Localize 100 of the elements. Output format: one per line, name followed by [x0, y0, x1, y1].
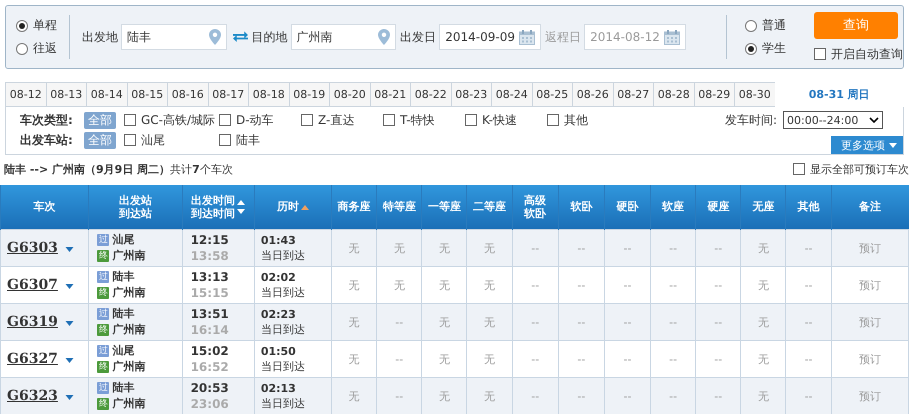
seat-availability: --: [577, 242, 586, 254]
train-type-checkbox[interactable]: 其他: [547, 112, 629, 128]
seat-availability: 无: [348, 390, 360, 402]
from-label: 出发地: [82, 28, 118, 46]
from-station: 汕尾: [112, 343, 134, 359]
seat-availability: 无: [758, 390, 769, 402]
seat-availability: --: [669, 390, 678, 402]
duration: 02:13: [260, 381, 297, 396]
duration: 02:23: [260, 307, 297, 322]
caret-down-icon[interactable]: [65, 321, 74, 326]
seat-availability: --: [395, 316, 404, 328]
seat-availability: --: [577, 390, 586, 402]
location-pin-icon: [378, 29, 390, 45]
seat-availability: --: [714, 242, 722, 254]
swap-icon[interactable]: [232, 31, 248, 43]
seat-availability: 无: [394, 242, 405, 254]
train-type-checkbox[interactable]: K-快速: [465, 112, 547, 128]
more-options-button[interactable]: 更多选项: [831, 136, 903, 154]
caret-down-icon[interactable]: [65, 284, 74, 289]
seat-availability: --: [714, 390, 722, 402]
from-station: 汕尾: [112, 232, 134, 248]
arrive-time: 13:58: [190, 248, 230, 264]
depart-time: 13:51: [190, 306, 230, 322]
train-type-checkbox[interactable]: GC-高铁/城际: [124, 112, 219, 128]
date-tab[interactable]: 08-13: [46, 82, 86, 107]
calendar-icon: [664, 30, 680, 44]
date-tab[interactable]: 08-15: [126, 82, 167, 107]
from-field[interactable]: 陆丰: [120, 24, 227, 50]
date-label: 返程日: [545, 28, 582, 46]
trip-type-radio[interactable]: 单程: [16, 17, 57, 34]
date-tab[interactable]: 08-12: [5, 82, 46, 107]
depart-time-label: 发车时间:: [724, 112, 777, 128]
date-tab[interactable]: 08-29: [694, 82, 734, 107]
seat-availability: --: [531, 352, 540, 366]
to-station: 广州南: [112, 285, 146, 301]
date-tab[interactable]: 08-25: [532, 82, 572, 107]
date-tab[interactable]: 08-20: [329, 82, 370, 107]
train-type-checkbox[interactable]: D-动车: [219, 112, 301, 128]
pass-badge: 过: [97, 271, 110, 283]
date-tab[interactable]: 08-19: [288, 82, 329, 107]
seat-availability: --: [577, 278, 586, 292]
seat-availability: --: [804, 278, 813, 292]
chevron-down-icon: [869, 117, 879, 123]
pass-badge: 过: [97, 308, 110, 320]
station-checkbox[interactable]: 汕尾: [124, 132, 219, 148]
seat-availability: 无: [348, 242, 360, 254]
seat-availability: --: [804, 316, 813, 328]
seat-availability: 无: [438, 316, 450, 328]
arrival-day: 当日到达: [260, 248, 332, 263]
seat-availability: --: [804, 390, 813, 402]
date-tab[interactable]: 08-17: [208, 82, 248, 107]
seat-availability: --: [577, 316, 586, 328]
seat-availability: 无: [438, 390, 450, 402]
seat-availability: 无: [484, 242, 496, 254]
date-tab[interactable]: 08-23: [450, 82, 491, 107]
show-all-checkbox[interactable]: 显示全部可预订车次: [793, 162, 909, 176]
date-tab[interactable]: 08-27: [612, 82, 653, 107]
depart-time: 20:53: [190, 380, 230, 396]
date-tab[interactable]: 08-26: [572, 82, 612, 107]
date-tab[interactable]: 08-22: [410, 82, 450, 107]
date-tab[interactable]: 08-21: [370, 82, 410, 107]
date-tab[interactable]: 08-28: [653, 82, 694, 107]
date-tab[interactable]: 08-18: [248, 82, 288, 107]
seat-availability: 无: [348, 278, 360, 292]
depart-time: 12:15: [190, 232, 230, 248]
seat-availability: 无: [484, 316, 496, 328]
trip-type-radio[interactable]: 往返: [16, 40, 57, 57]
train-type-checkbox[interactable]: Z-直达: [301, 112, 383, 128]
passenger-type-radio[interactable]: 学生: [744, 40, 786, 57]
seat-availability: --: [804, 352, 813, 366]
date-field[interactable]: 2014-09-09: [439, 24, 542, 50]
seat-availability: 无: [484, 390, 496, 402]
date-tab[interactable]: 08-24: [491, 82, 532, 107]
arrival-day: 当日到达: [260, 322, 332, 337]
to-field[interactable]: 广州南: [290, 24, 396, 50]
passenger-type-radio[interactable]: 普通: [744, 17, 786, 34]
seat-availability: --: [395, 390, 404, 402]
date-tab[interactable]: 08-14: [86, 82, 126, 107]
station-label: 出发车站:: [20, 132, 74, 148]
to-station: 广州南: [112, 359, 146, 375]
train-type-label: 车次类型:: [20, 112, 74, 128]
seat-availability: 无: [394, 278, 405, 292]
seat-availability: 无: [758, 278, 769, 292]
arrival-day: 当日到达: [260, 285, 332, 300]
terminal-badge: 终: [97, 287, 110, 299]
terminal-badge: 终: [97, 324, 110, 336]
caret-down-icon[interactable]: [65, 358, 74, 363]
caret-down-icon[interactable]: [65, 395, 74, 400]
train-type-checkbox[interactable]: T-特快: [383, 112, 465, 128]
caret-down-icon[interactable]: [65, 247, 74, 252]
date-tab[interactable]: 08-16: [167, 82, 208, 107]
date-tab[interactable]: 08-30: [734, 82, 774, 107]
depart-time-select[interactable]: 00:00--24:00: [783, 111, 883, 129]
to-station: 广州南: [112, 396, 146, 412]
auto-query-checkbox[interactable]: 开启自动查询: [814, 46, 903, 62]
date-label: 出发日: [400, 28, 436, 46]
seat-availability: --: [669, 278, 678, 292]
from-station: 陆丰: [112, 269, 134, 285]
location-pin-icon: [208, 29, 221, 45]
station-checkbox[interactable]: 陆丰: [219, 132, 301, 148]
